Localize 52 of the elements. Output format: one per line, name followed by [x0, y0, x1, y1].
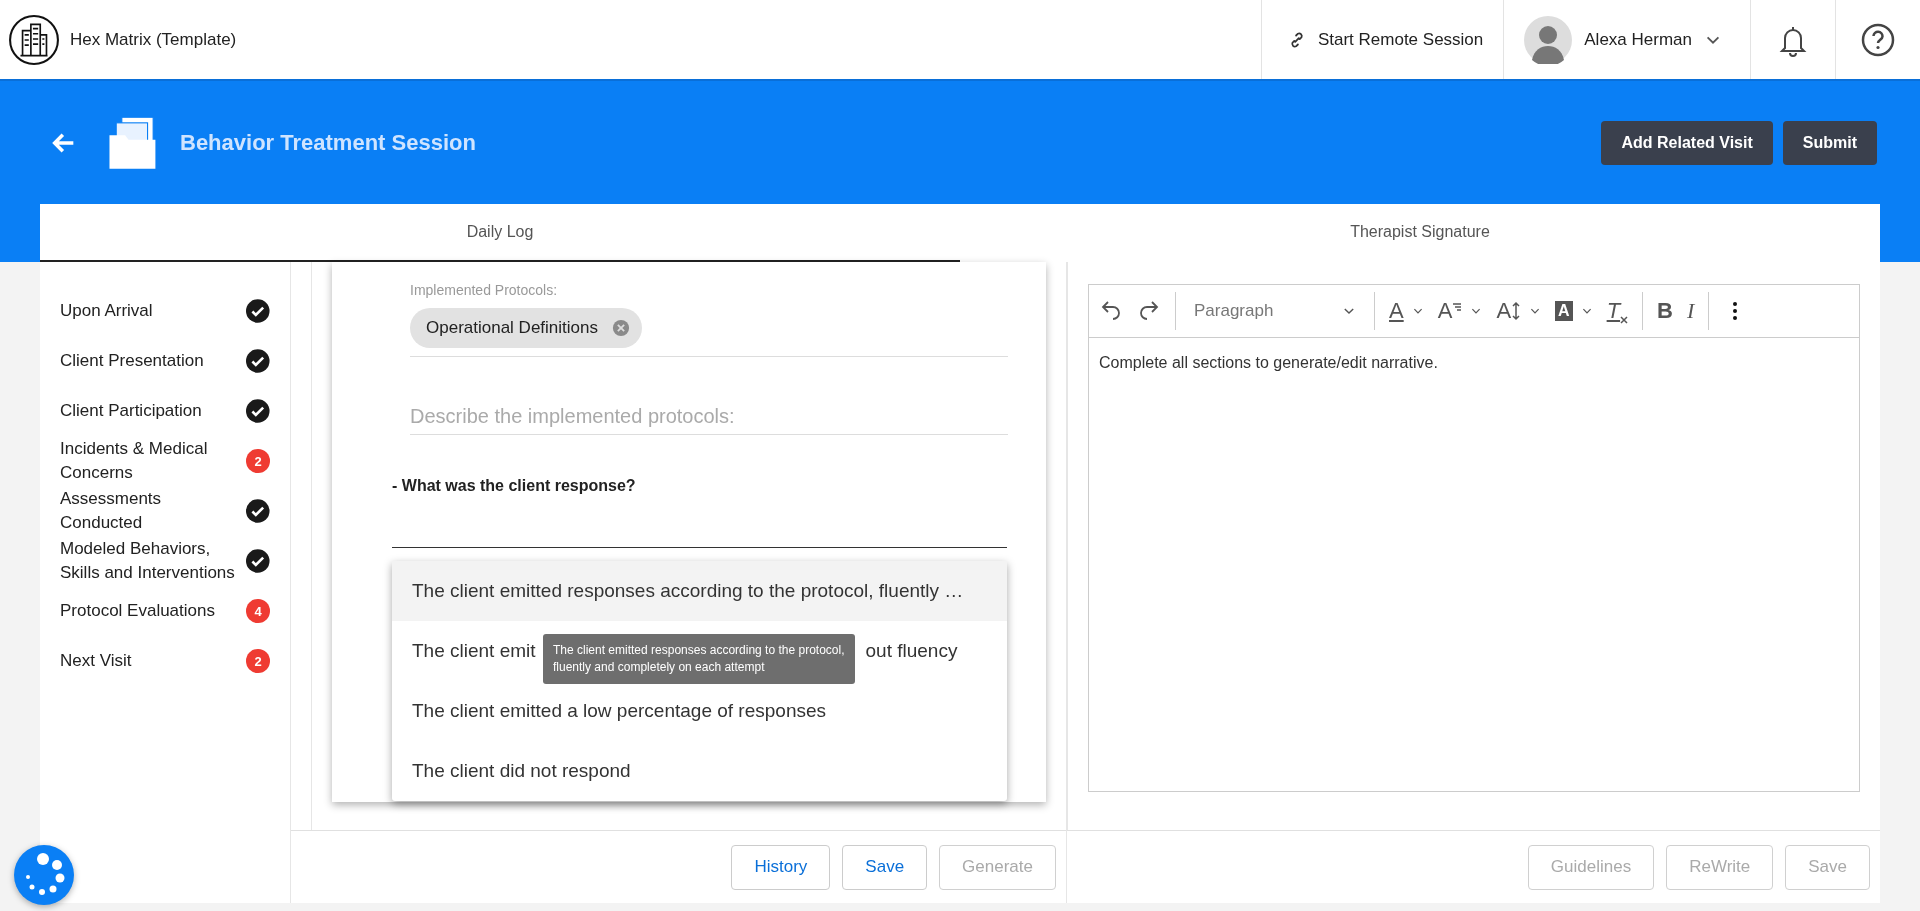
check-circle-icon [246, 499, 270, 523]
building-logo-icon [8, 13, 60, 66]
header-button[interactable]: Add Related Visit [1601, 120, 1773, 165]
start-remote-session-link[interactable]: Start Remote Session [1260, 0, 1504, 79]
check-circle-icon [246, 549, 270, 573]
count-badge: 2 [246, 449, 270, 473]
header-button[interactable]: Submit [1782, 120, 1877, 165]
protocol-chip[interactable]: Operational Definitions [410, 308, 642, 348]
page-title: Behavior Treatment Session [180, 129, 476, 156]
action-button[interactable]: Save [842, 844, 928, 890]
sidebar-item[interactable]: Protocol Evaluations [60, 599, 247, 623]
menu-option[interactable]: The client emitted a low percentage of responses [392, 681, 1007, 741]
tooltip: The client emitted responses according to the protocol, fluently and completely on each attempt [543, 634, 855, 684]
check-circle-icon [246, 399, 270, 423]
paragraph-select[interactable]: Paragraph [1190, 301, 1360, 321]
check-circle-icon [246, 299, 270, 323]
action-button[interactable]: History [731, 844, 831, 890]
font-color-button[interactable]: A [1389, 298, 1424, 324]
lines-icon [1452, 302, 1463, 312]
clear-format-button[interactable]: T [1606, 298, 1629, 324]
italic-button[interactable]: I [1686, 298, 1695, 324]
sidebar-item[interactable]: Client Participation [60, 399, 247, 423]
sidebar-item[interactable]: Upon Arrival [60, 299, 247, 323]
sidebar-item[interactable]: Incidents & Medical Concerns [60, 437, 247, 485]
count-badge: 4 [246, 599, 270, 623]
sidebar-item[interactable]: Next Visit [60, 649, 247, 673]
help-icon[interactable] [1860, 21, 1896, 58]
field-label: Implemented Protocols: [410, 282, 559, 298]
avatar-icon [1524, 15, 1573, 64]
loading-dots-button[interactable] [14, 845, 74, 905]
font-size-button[interactable]: A [1496, 298, 1542, 324]
remove-icon[interactable] [612, 319, 630, 337]
count-badge: 2 [246, 649, 270, 673]
question-text: - What was the client response? [392, 477, 637, 495]
app-title: Hex Matrix (Template) [70, 29, 237, 50]
undo-icon[interactable] [1099, 299, 1123, 323]
menu-option[interactable]: The client did not respond [392, 741, 1007, 801]
up-down-arrow-icon [1511, 301, 1522, 321]
documents-folder-icon [108, 114, 158, 171]
redo-icon[interactable] [1137, 299, 1161, 323]
font-family-button[interactable]: A [1437, 298, 1483, 324]
highlight-button[interactable]: A [1555, 301, 1593, 321]
user-menu[interactable]: Alexa Herman [1503, 0, 1750, 79]
small-x-icon [1620, 316, 1629, 324]
check-circle-icon [246, 349, 270, 373]
bold-button[interactable]: B [1657, 298, 1673, 324]
sidebar-item[interactable]: Client Presentation [60, 349, 247, 373]
user-name: Alexa Herman [1584, 29, 1692, 50]
narrative-text: Complete all sections to generate/edit narrative. [1099, 354, 1438, 371]
sidebar-item[interactable]: Assessments Conducted [60, 487, 247, 535]
sidebar-item[interactable]: Modeled Behaviors, Skills and Interventions [60, 537, 247, 585]
menu-option[interactable]: The client emitted responses according to the protocol, fluently … [392, 561, 1007, 621]
